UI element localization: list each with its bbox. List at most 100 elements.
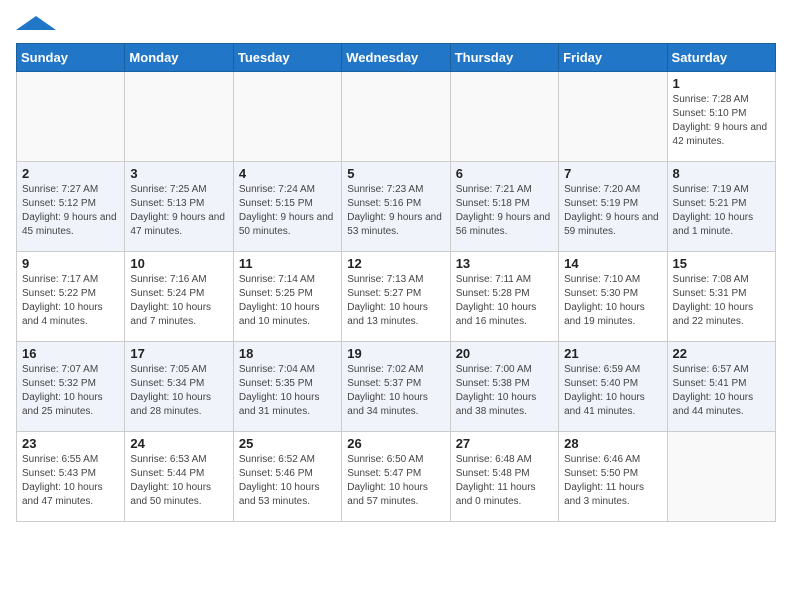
day-info: Sunrise: 6:52 AMSunset: 5:46 PMDaylight:…	[239, 453, 336, 509]
calendar-day-cell: 4 Sunrise: 7:24 AMSunset: 5:15 PMDaylight…	[233, 162, 341, 252]
calendar-day-cell: 5Sunrise: 7:23 AMSunset: 5:16 PMDaylight…	[342, 162, 450, 252]
day-info: Sunrise: 7:16 AMSunset: 5:24 PMDaylight:…	[130, 273, 227, 329]
day-number: 20	[456, 346, 553, 361]
day-info: Sunrise: 6:59 AMSunset: 5:40 PMDaylight:…	[564, 363, 661, 419]
calendar-day-cell: 14 Sunrise: 7:10 AMSunset: 5:30 PMDayligh…	[559, 252, 667, 342]
weekday-header-thursday: Thursday	[450, 44, 558, 72]
logo-icon	[16, 16, 76, 30]
day-info: Sunrise: 7:10 AMSunset: 5:30 PMDaylight:…	[564, 273, 661, 329]
day-info: Sunrise: 6:50 AMSunset: 5:47 PMDaylight:…	[347, 453, 444, 509]
day-info: Sunrise: 7:28 AMSunset: 5:10 PMDaylight:…	[673, 93, 770, 149]
day-number: 1	[673, 76, 770, 91]
day-number: 2	[22, 166, 119, 181]
day-info: Sunrise: 7:05 AMSunset: 5:34 PMDaylight:…	[130, 363, 227, 419]
calendar-day-cell: 27 Sunrise: 6:48 AMSunset: 5:48 PMDayligh…	[450, 432, 558, 522]
day-number: 10	[130, 256, 227, 271]
calendar-week-row: 1 Sunrise: 7:28 AMSunset: 5:10 PMDaylight…	[17, 72, 776, 162]
day-number: 4	[239, 166, 336, 181]
day-number: 11	[239, 256, 336, 271]
calendar-day-cell	[233, 72, 341, 162]
day-info: Sunrise: 7:19 AMSunset: 5:21 PMDaylight:…	[673, 183, 770, 239]
calendar-day-cell: 16Sunrise: 7:07 AMSunset: 5:32 PMDayligh…	[17, 342, 125, 432]
calendar-day-cell: 11 Sunrise: 7:14 AMSunset: 5:25 PMDayligh…	[233, 252, 341, 342]
day-number: 5	[347, 166, 444, 181]
day-number: 3	[130, 166, 227, 181]
calendar-day-cell: 6 Sunrise: 7:21 AMSunset: 5:18 PMDaylight…	[450, 162, 558, 252]
calendar-table: SundayMondayTuesdayWednesdayThursdayFrid…	[16, 43, 776, 522]
calendar-day-cell: 10 Sunrise: 7:16 AMSunset: 5:24 PMDayligh…	[125, 252, 233, 342]
day-number: 15	[673, 256, 770, 271]
calendar-day-cell: 25Sunrise: 6:52 AMSunset: 5:46 PMDayligh…	[233, 432, 341, 522]
day-number: 19	[347, 346, 444, 361]
day-number: 7	[564, 166, 661, 181]
day-number: 22	[673, 346, 770, 361]
weekday-header-saturday: Saturday	[667, 44, 775, 72]
day-info: Sunrise: 7:04 AMSunset: 5:35 PMDaylight:…	[239, 363, 336, 419]
day-number: 12	[347, 256, 444, 271]
day-number: 26	[347, 436, 444, 451]
logo	[16, 16, 76, 35]
calendar-day-cell: 15 Sunrise: 7:08 AMSunset: 5:31 PMDayligh…	[667, 252, 775, 342]
calendar-week-row: 23 Sunrise: 6:55 AMSunset: 5:43 PMDayligh…	[17, 432, 776, 522]
day-number: 23	[22, 436, 119, 451]
day-info: Sunrise: 7:27 AMSunset: 5:12 PMDaylight:…	[22, 183, 119, 239]
day-info: Sunrise: 7:17 AMSunset: 5:22 PMDaylight:…	[22, 273, 119, 329]
calendar-day-cell: 26 Sunrise: 6:50 AMSunset: 5:47 PMDayligh…	[342, 432, 450, 522]
day-number: 24	[130, 436, 227, 451]
day-info: Sunrise: 6:53 AMSunset: 5:44 PMDaylight:…	[130, 453, 227, 509]
calendar-day-cell: 9 Sunrise: 7:17 AMSunset: 5:22 PMDaylight…	[17, 252, 125, 342]
calendar-day-cell: 3 Sunrise: 7:25 AMSunset: 5:13 PMDaylight…	[125, 162, 233, 252]
calendar-day-cell: 8 Sunrise: 7:19 AMSunset: 5:21 PMDaylight…	[667, 162, 775, 252]
day-info: Sunrise: 7:14 AMSunset: 5:25 PMDaylight:…	[239, 273, 336, 329]
day-number: 28	[564, 436, 661, 451]
day-number: 9	[22, 256, 119, 271]
calendar-day-cell	[125, 72, 233, 162]
day-number: 13	[456, 256, 553, 271]
calendar-day-cell: 22 Sunrise: 6:57 AMSunset: 5:41 PMDayligh…	[667, 342, 775, 432]
day-info: Sunrise: 7:21 AMSunset: 5:18 PMDaylight:…	[456, 183, 553, 239]
calendar-day-cell: 2 Sunrise: 7:27 AMSunset: 5:12 PMDaylight…	[17, 162, 125, 252]
day-number: 27	[456, 436, 553, 451]
day-number: 21	[564, 346, 661, 361]
day-info: Sunrise: 6:46 AMSunset: 5:50 PMDaylight:…	[564, 453, 661, 509]
calendar-week-row: 9 Sunrise: 7:17 AMSunset: 5:22 PMDaylight…	[17, 252, 776, 342]
day-info: Sunrise: 7:00 AMSunset: 5:38 PMDaylight:…	[456, 363, 553, 419]
day-number: 18	[239, 346, 336, 361]
day-info: Sunrise: 6:48 AMSunset: 5:48 PMDaylight:…	[456, 453, 553, 509]
weekday-header-monday: Monday	[125, 44, 233, 72]
day-info: Sunrise: 7:13 AMSunset: 5:27 PMDaylight:…	[347, 273, 444, 329]
day-info: Sunrise: 6:57 AMSunset: 5:41 PMDaylight:…	[673, 363, 770, 419]
day-info: Sunrise: 7:24 AMSunset: 5:15 PMDaylight:…	[239, 183, 336, 239]
weekday-header-row: SundayMondayTuesdayWednesdayThursdayFrid…	[17, 44, 776, 72]
calendar-day-cell: 1 Sunrise: 7:28 AMSunset: 5:10 PMDaylight…	[667, 72, 775, 162]
day-info: Sunrise: 6:55 AMSunset: 5:43 PMDaylight:…	[22, 453, 119, 509]
calendar-day-cell: 7 Sunrise: 7:20 AMSunset: 5:19 PMDaylight…	[559, 162, 667, 252]
calendar-day-cell: 17Sunrise: 7:05 AMSunset: 5:34 PMDayligh…	[125, 342, 233, 432]
calendar-day-cell: 18 Sunrise: 7:04 AMSunset: 5:35 PMDayligh…	[233, 342, 341, 432]
calendar-week-row: 16Sunrise: 7:07 AMSunset: 5:32 PMDayligh…	[17, 342, 776, 432]
day-number: 8	[673, 166, 770, 181]
day-info: Sunrise: 7:25 AMSunset: 5:13 PMDaylight:…	[130, 183, 227, 239]
day-number: 14	[564, 256, 661, 271]
page-header	[16, 16, 776, 35]
calendar-day-cell	[342, 72, 450, 162]
weekday-header-friday: Friday	[559, 44, 667, 72]
calendar-day-cell: 23 Sunrise: 6:55 AMSunset: 5:43 PMDayligh…	[17, 432, 125, 522]
day-info: Sunrise: 7:08 AMSunset: 5:31 PMDaylight:…	[673, 273, 770, 329]
calendar-day-cell: 13 Sunrise: 7:11 AMSunset: 5:28 PMDayligh…	[450, 252, 558, 342]
calendar-day-cell	[559, 72, 667, 162]
day-info: Sunrise: 7:11 AMSunset: 5:28 PMDaylight:…	[456, 273, 553, 329]
calendar-day-cell	[667, 432, 775, 522]
day-info: Sunrise: 7:20 AMSunset: 5:19 PMDaylight:…	[564, 183, 661, 239]
calendar-day-cell: 20 Sunrise: 7:00 AMSunset: 5:38 PMDayligh…	[450, 342, 558, 432]
calendar-week-row: 2 Sunrise: 7:27 AMSunset: 5:12 PMDaylight…	[17, 162, 776, 252]
calendar-day-cell: 12 Sunrise: 7:13 AMSunset: 5:27 PMDayligh…	[342, 252, 450, 342]
calendar-day-cell: 24 Sunrise: 6:53 AMSunset: 5:44 PMDayligh…	[125, 432, 233, 522]
calendar-day-cell: 28 Sunrise: 6:46 AMSunset: 5:50 PMDayligh…	[559, 432, 667, 522]
weekday-header-sunday: Sunday	[17, 44, 125, 72]
calendar-day-cell	[17, 72, 125, 162]
weekday-header-tuesday: Tuesday	[233, 44, 341, 72]
day-info: Sunrise: 7:07 AMSunset: 5:32 PMDaylight:…	[22, 363, 119, 419]
weekday-header-wednesday: Wednesday	[342, 44, 450, 72]
day-number: 6	[456, 166, 553, 181]
